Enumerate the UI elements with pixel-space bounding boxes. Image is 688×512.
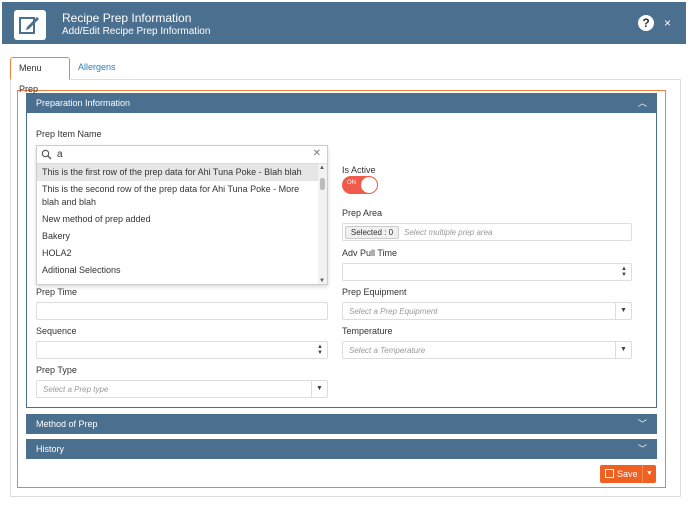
- prep-area-selected-count: Selected : 0: [345, 226, 399, 239]
- dropdown-search-input[interactable]: a ✕: [37, 146, 327, 164]
- dropdown-options: This is the first row of the prep data f…: [37, 164, 318, 284]
- search-value: a: [57, 149, 63, 160]
- toggle-knob: [361, 177, 377, 193]
- edit-icon: [14, 10, 46, 40]
- help-icon[interactable]: ?: [638, 15, 654, 31]
- adv-pull-time-stepper[interactable]: ▲ ▼: [619, 266, 629, 279]
- page-subtitle: Add/Edit Recipe Prep Information: [62, 26, 211, 37]
- dropdown-scrollbar[interactable]: ▲ ▼: [318, 164, 327, 284]
- is-active-toggle[interactable]: ON: [342, 176, 378, 194]
- prep-area-placeholder: Select multiple prep area: [404, 228, 493, 237]
- section-title: Preparation Information: [36, 98, 131, 108]
- section-title: History: [36, 444, 65, 454]
- dropdown-option[interactable]: New method of prep added: [37, 211, 318, 228]
- save-options-chevron-icon[interactable]: ▼: [642, 465, 656, 483]
- temperature-select[interactable]: Select a Temperature ▼: [342, 341, 632, 359]
- dropdown-option[interactable]: Bakery: [37, 228, 318, 245]
- temperature-label: Temperature: [342, 326, 393, 336]
- save-button[interactable]: Save ▼: [600, 465, 656, 483]
- tab-allergens[interactable]: Allergens: [70, 57, 124, 80]
- prep-equipment-label: Prep Equipment: [342, 287, 407, 297]
- page-title: Recipe Prep Information: [62, 11, 192, 25]
- prep-equipment-placeholder: Select a Prep Equipment: [349, 307, 438, 316]
- temperature-placeholder: Select a Temperature: [349, 346, 426, 355]
- chevron-down-icon[interactable]: ▼: [615, 303, 631, 319]
- chevron-down-icon[interactable]: ﹀: [638, 439, 647, 459]
- scroll-thumb[interactable]: [320, 178, 325, 190]
- search-icon: [41, 149, 52, 160]
- dropdown-option[interactable]: This is the first row of the prep data f…: [37, 164, 318, 181]
- adv-pull-time-label: Adv Pull Time: [342, 248, 398, 258]
- prep-type-label: Prep Type: [36, 365, 77, 375]
- dropdown-option[interactable]: This is the second row of the prep data …: [37, 181, 318, 211]
- section-history-header[interactable]: History ﹀: [26, 439, 657, 459]
- scroll-down-icon[interactable]: ▼: [319, 278, 325, 284]
- sequence-label: Sequence: [36, 326, 77, 336]
- chevron-down-icon[interactable]: ▼: [615, 342, 631, 358]
- is-active-label: Is Active: [342, 165, 376, 175]
- tab-menu-prep[interactable]: Menu Prep: [10, 57, 70, 94]
- prep-item-name-dropdown: a ✕ This is the first row of the prep da…: [36, 145, 328, 285]
- prep-type-select[interactable]: Select a Prep type ▼: [36, 380, 328, 398]
- dropdown-option[interactable]: Aditional Selections: [37, 262, 318, 279]
- adv-pull-time-input[interactable]: ▲ ▼: [342, 263, 632, 281]
- prep-equipment-select[interactable]: Select a Prep Equipment ▼: [342, 302, 632, 320]
- toggle-state: ON: [347, 180, 356, 186]
- sequence-input[interactable]: ▲ ▼: [36, 341, 328, 359]
- title-bar: Recipe Prep Information Add/Edit Recipe …: [2, 2, 686, 44]
- save-label: Save: [617, 469, 638, 479]
- dropdown-option[interactable]: HOLA2: [37, 245, 318, 262]
- floppy-icon: [605, 469, 614, 478]
- prep-item-name-label: Prep Item Name: [36, 129, 102, 139]
- section-preparation-header[interactable]: Preparation Information ︿: [26, 93, 657, 113]
- prep-time-label: Prep Time: [36, 287, 78, 297]
- section-title: Method of Prep: [36, 419, 98, 429]
- close-icon[interactable]: ✕: [313, 148, 321, 159]
- close-icon[interactable]: ×: [664, 15, 671, 31]
- prep-time-input[interactable]: [36, 302, 328, 320]
- section-method-header[interactable]: Method of Prep ﹀: [26, 414, 657, 434]
- chevron-down-icon[interactable]: ▼: [311, 381, 327, 397]
- sequence-stepper[interactable]: ▲ ▼: [315, 344, 325, 357]
- prep-type-placeholder: Select a Prep type: [43, 385, 109, 394]
- prep-area-label: Prep Area: [342, 208, 383, 218]
- chevron-up-icon[interactable]: ︿: [638, 93, 647, 113]
- chevron-down-icon[interactable]: ﹀: [638, 414, 647, 434]
- scroll-up-icon[interactable]: ▲: [319, 165, 325, 171]
